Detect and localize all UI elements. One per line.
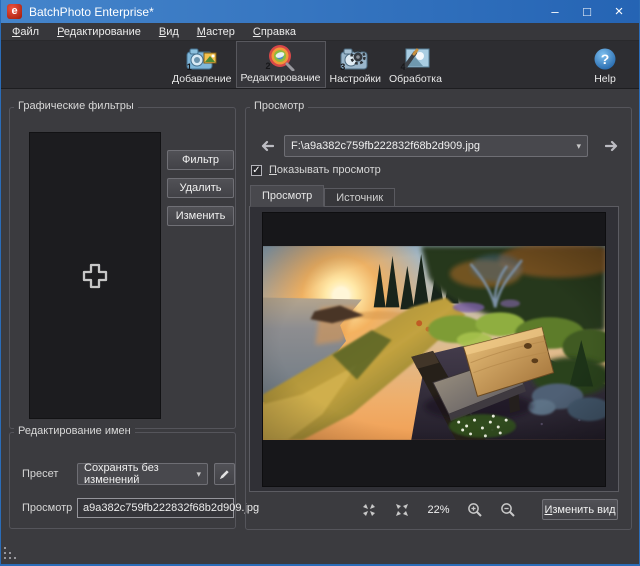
window-controls: – □ ×	[539, 0, 639, 23]
expand-arrows-icon	[394, 502, 410, 518]
preview-tabs: Просмотр Источник	[250, 185, 395, 207]
magnifier-plus-icon	[467, 502, 483, 518]
magnifier-icon	[500, 502, 516, 518]
title-bar: e BatchPhoto Enterprise* – □ ×	[1, 0, 639, 23]
menu-help[interactable]: Справка	[244, 26, 305, 38]
app-logo-icon: e	[7, 4, 22, 19]
toolbar-process-label: Обработка	[389, 73, 442, 85]
zoom-in-button[interactable]	[467, 502, 483, 518]
check-icon: ✓	[252, 166, 260, 176]
zoom-out-button[interactable]	[500, 502, 516, 518]
edit-target-icon: 2	[265, 44, 297, 71]
show-preview-checkbox[interactable]: ✓	[251, 165, 262, 176]
toolbar-edit-button[interactable]: 2 Редактирование	[236, 41, 326, 88]
tab-source[interactable]: Источник	[324, 188, 395, 207]
menu-bar: Файл Редактирование Вид Мастер Справка	[1, 23, 639, 41]
preview-photo	[263, 246, 605, 440]
names-group-title: Редактирование имен	[14, 425, 135, 437]
fit-to-window-button[interactable]	[361, 502, 377, 518]
toolbar-help-label: Help	[594, 73, 616, 85]
toolbar: 1 Добавление 2 Редактирование	[1, 41, 639, 89]
chevron-down-icon: ▾	[190, 469, 201, 480]
toolbar-add-button[interactable]: 1 Добавление	[168, 41, 236, 88]
arrow-left-icon	[259, 140, 274, 152]
photo-tool-icon: 4	[399, 45, 431, 72]
filter-buttons: Фильтр Удалить Изменить	[167, 150, 234, 226]
chevron-down-icon: ▾	[570, 141, 581, 152]
menu-view[interactable]: Вид	[150, 26, 188, 38]
toolbar-edit-label: Редактирование	[241, 72, 321, 84]
change-view-button[interactable]: Изменить вид	[542, 499, 618, 520]
tab-preview[interactable]: Просмотр	[250, 185, 324, 207]
show-preview-label: Показывать просмотр	[269, 164, 381, 176]
camera-gear-icon: 3	[339, 45, 371, 72]
delete-filter-button[interactable]: Удалить	[167, 178, 234, 198]
menu-edit[interactable]: Редактирование	[48, 26, 150, 38]
maximize-icon[interactable]: □	[571, 0, 603, 23]
collapse-arrows-icon	[361, 502, 377, 518]
svg-text:?: ?	[601, 51, 610, 67]
window-title: BatchPhoto Enterprise*	[29, 5, 154, 19]
app-window: e BatchPhoto Enterprise* – □ × Файл Реда…	[0, 0, 640, 566]
add-filter-plus-icon	[80, 260, 110, 292]
edit-preset-button[interactable]	[214, 463, 235, 485]
toolbar-process-button[interactable]: 4 Обработка	[385, 41, 446, 88]
filter-list[interactable]	[29, 132, 161, 419]
preview-group-title: Просмотр	[250, 100, 308, 112]
menu-master[interactable]: Мастер	[188, 26, 244, 38]
menu-file[interactable]: Файл	[3, 26, 48, 38]
toolbar-settings-button[interactable]: 3 Настройки	[326, 41, 386, 88]
edit-filter-button[interactable]: Изменить	[167, 206, 234, 226]
preset-dropdown[interactable]: Сохранять без изменений ▾	[77, 463, 208, 485]
close-icon[interactable]: ×	[603, 0, 635, 23]
preset-label: Пресет	[22, 468, 58, 480]
preview-canvas[interactable]	[262, 212, 606, 487]
actual-size-button[interactable]	[394, 502, 410, 518]
resize-grip[interactable]	[4, 547, 16, 561]
preview-frame	[249, 206, 619, 492]
zoom-level: 22%	[427, 504, 449, 516]
name-preview-label: Просмотр	[22, 502, 72, 514]
help-icon: ?	[589, 45, 621, 72]
toolbar-help-button[interactable]: ? Help	[583, 41, 627, 88]
filter-button[interactable]: Фильтр	[167, 150, 234, 170]
pencil-icon	[218, 468, 231, 481]
next-image-button[interactable]	[602, 137, 622, 155]
filters-group-title: Графические фильтры	[14, 100, 138, 112]
camera-add-icon: 1	[186, 45, 218, 72]
filters-groupbox: Графические фильтры Фильтр Удалить Измен…	[9, 107, 236, 429]
name-preview-field[interactable]: a9a382c759fb222832f68b2d909.jpg	[77, 498, 234, 518]
toolbar-settings-label: Настройки	[330, 73, 382, 85]
previous-image-button[interactable]	[256, 137, 276, 155]
names-groupbox: Редактирование имен Пресет Сохранять без…	[9, 432, 236, 529]
arrow-right-icon	[605, 140, 620, 152]
preview-groupbox: Просмотр F:\a9a382c759fb222832f68b2d909.…	[245, 107, 632, 530]
minimize-icon[interactable]: –	[539, 0, 571, 23]
toolbar-add-label: Добавление	[172, 73, 232, 85]
file-path-dropdown[interactable]: F:\a9a382c759fb222832f68b2d909.jpg ▾	[284, 135, 588, 157]
